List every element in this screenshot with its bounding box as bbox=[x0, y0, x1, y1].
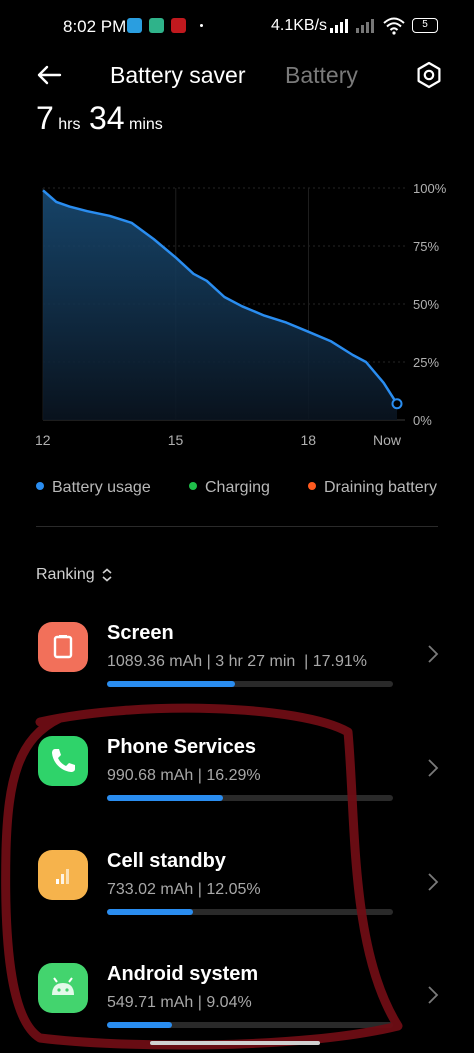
hours-unit: hrs bbox=[58, 116, 81, 133]
minutes-unit: mins bbox=[128, 116, 163, 133]
x-tick-label: 18 bbox=[301, 432, 317, 448]
ranking-row-android-system[interactable]: Android system 549.71 mAh | 9.04% bbox=[0, 951, 474, 1051]
usage-bar bbox=[107, 681, 393, 687]
vpn-icon bbox=[149, 18, 164, 33]
more-dot-icon bbox=[200, 24, 203, 27]
app-notification-icon bbox=[171, 18, 186, 33]
settings-gear-icon[interactable] bbox=[414, 60, 444, 90]
battery-level: 5 bbox=[422, 19, 428, 30]
net-speed: 4.1KB/s bbox=[271, 17, 328, 34]
app-name: Cell standby bbox=[107, 850, 226, 872]
battery-area-fill bbox=[43, 190, 397, 420]
x-tick-label: 12 bbox=[35, 432, 51, 448]
legend-charging: Charging bbox=[189, 479, 270, 497]
ranking-row-phone-services[interactable]: Phone Services 990.68 mAh | 16.29% bbox=[0, 724, 474, 824]
legend-usage-label: Battery usage bbox=[52, 479, 151, 496]
app-name: Android system bbox=[107, 963, 259, 985]
legend-charging-dot bbox=[189, 481, 197, 490]
status-bar: 8:02 PM 4.1KB/s 5 bbox=[0, 0, 474, 52]
back-arrow-icon[interactable] bbox=[34, 60, 64, 90]
legend-draining-label: Draining battery bbox=[324, 479, 437, 496]
usage-bar bbox=[107, 909, 393, 915]
cell-signal-icon bbox=[38, 850, 88, 900]
signal-icon bbox=[330, 19, 348, 33]
android-icon bbox=[38, 963, 88, 1013]
app-usage-stats: 990.68 mAh | 16.29% bbox=[107, 767, 261, 784]
y-tick-label: 100% bbox=[413, 181, 447, 196]
app-name: Screen bbox=[107, 622, 174, 644]
chevron-right-icon bbox=[428, 759, 439, 777]
chevron-right-icon bbox=[428, 873, 439, 891]
signal-2-icon bbox=[356, 19, 374, 33]
app-usage-stats: 1089.36 mAh | 3 hr 27 min | 17.91% bbox=[107, 653, 368, 670]
legend-draining-dot bbox=[308, 481, 316, 490]
ranking-label: Ranking bbox=[36, 566, 95, 583]
ranking-sort-button[interactable]: Ranking bbox=[36, 566, 113, 584]
usage-bar bbox=[107, 1022, 393, 1028]
app-usage-stats: 549.71 mAh | 9.04% bbox=[107, 994, 252, 1011]
legend-usage-dot bbox=[36, 481, 44, 490]
usage-bar bbox=[107, 795, 393, 801]
tab-battery[interactable]: Battery bbox=[285, 62, 358, 89]
usage-bar-fill bbox=[107, 795, 224, 801]
status-time: 8:02 PM bbox=[63, 17, 127, 36]
ranking-row-cell-standby[interactable]: Cell standby 733.02 mAh | 12.05% bbox=[0, 838, 474, 938]
phone-icon bbox=[38, 736, 88, 786]
divider bbox=[36, 526, 438, 527]
legend-draining: Draining battery bbox=[308, 479, 437, 497]
ranking-row-screen[interactable]: Screen 1089.36 mAh | 3 hr 27 min | 17.91… bbox=[0, 610, 474, 710]
legend-usage: Battery usage bbox=[36, 479, 151, 497]
screen-icon bbox=[38, 622, 88, 672]
remaining-time: 7 hrs 34 mins bbox=[36, 100, 163, 140]
y-tick-label: 25% bbox=[413, 355, 439, 370]
sort-chevrons-icon bbox=[102, 568, 112, 582]
y-tick-label: 75% bbox=[413, 239, 439, 254]
home-indicator[interactable] bbox=[150, 1041, 320, 1045]
y-tick-label: 0% bbox=[413, 413, 432, 428]
app-usage-stats: 733.02 mAh | 12.05% bbox=[107, 881, 261, 898]
battery-usage-chart: 100% 75% 50% 25% 0% 12 15 18 Now bbox=[35, 181, 447, 448]
remaining-hours: 7 bbox=[36, 100, 54, 136]
telegram-icon bbox=[127, 18, 142, 33]
current-level-point bbox=[391, 398, 403, 410]
usage-bar-fill bbox=[107, 681, 236, 687]
x-tick-label: Now bbox=[373, 432, 402, 448]
chevron-right-icon bbox=[428, 645, 439, 663]
usage-bar-fill bbox=[107, 909, 194, 915]
chevron-right-icon bbox=[428, 986, 439, 1004]
battery-icon: 5 bbox=[412, 18, 438, 33]
legend-charging-label: Charging bbox=[205, 479, 270, 496]
x-tick-label: 15 bbox=[168, 432, 184, 448]
wifi-icon bbox=[383, 17, 405, 35]
app-name: Phone Services bbox=[107, 736, 256, 758]
y-tick-label: 50% bbox=[413, 297, 439, 312]
remaining-minutes: 34 bbox=[88, 100, 125, 136]
usage-bar-fill bbox=[107, 1022, 172, 1028]
page-title: Battery saver bbox=[110, 62, 246, 88]
